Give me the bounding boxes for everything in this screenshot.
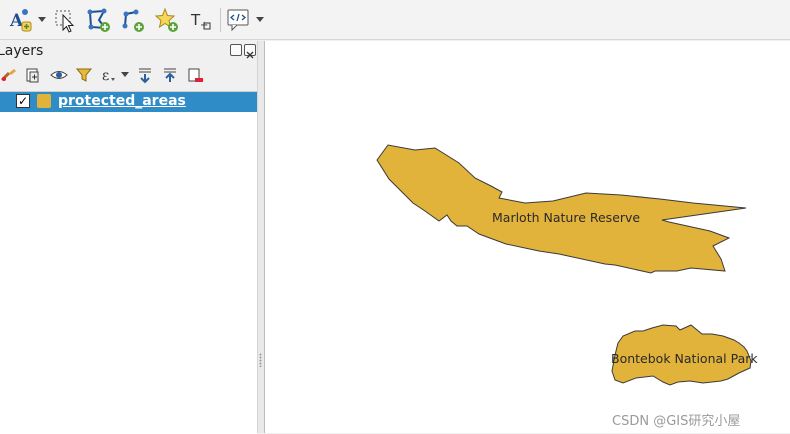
layers-toolbar: ε bbox=[0, 63, 257, 87]
expression-filter-icon[interactable]: ε bbox=[100, 66, 118, 84]
splitter-grip bbox=[259, 353, 262, 367]
label-tool-icon[interactable]: A bbox=[8, 6, 34, 34]
watermark-text: CSDN @GIS研究小屋 bbox=[612, 414, 741, 429]
marloth-nature-reserve-polygon[interactable] bbox=[376, 144, 747, 274]
add-group-icon[interactable] bbox=[24, 66, 42, 84]
float-panel-icon[interactable] bbox=[230, 44, 242, 56]
main-toolbar: A T + bbox=[0, 0, 790, 40]
map-svg: Marloth Nature Reserve Bontebok National… bbox=[376, 144, 758, 386]
collapse-all-icon[interactable] bbox=[161, 66, 179, 84]
layer-symbol-swatch bbox=[37, 94, 51, 108]
layer-name[interactable]: protected_areas bbox=[58, 93, 186, 109]
layers-panel: Layers ε ✓ protected_areas bbox=[0, 41, 257, 434]
panel-splitter[interactable] bbox=[257, 41, 264, 433]
svg-text:ε: ε bbox=[102, 68, 109, 84]
panel-title: Layers bbox=[0, 43, 44, 59]
marloth-label: Marloth Nature Reserve bbox=[492, 210, 640, 225]
style-brush-icon[interactable] bbox=[0, 66, 18, 84]
close-panel-icon[interactable] bbox=[244, 44, 256, 59]
layer-tree: ✓ protected_areas bbox=[0, 91, 257, 434]
add-polygon-icon[interactable] bbox=[86, 6, 112, 34]
map-tips-icon[interactable] bbox=[226, 6, 252, 34]
text-annotation-icon[interactable]: T + bbox=[188, 6, 214, 34]
remove-layer-icon[interactable] bbox=[186, 66, 204, 84]
select-features-icon[interactable] bbox=[54, 6, 78, 34]
add-line-icon[interactable] bbox=[120, 6, 146, 34]
layer-row-protected-areas[interactable]: ✓ protected_areas bbox=[0, 92, 257, 112]
layer-visibility-checkbox[interactable]: ✓ bbox=[16, 94, 30, 108]
filter-icon[interactable] bbox=[75, 66, 93, 84]
expand-all-icon[interactable] bbox=[136, 66, 154, 84]
bontebok-label: Bontebok National Park bbox=[611, 351, 758, 366]
visibility-eye-icon[interactable] bbox=[50, 66, 68, 84]
add-point-icon[interactable] bbox=[154, 6, 180, 34]
map-canvas[interactable]: Marloth Nature Reserve Bontebok National… bbox=[264, 41, 790, 433]
